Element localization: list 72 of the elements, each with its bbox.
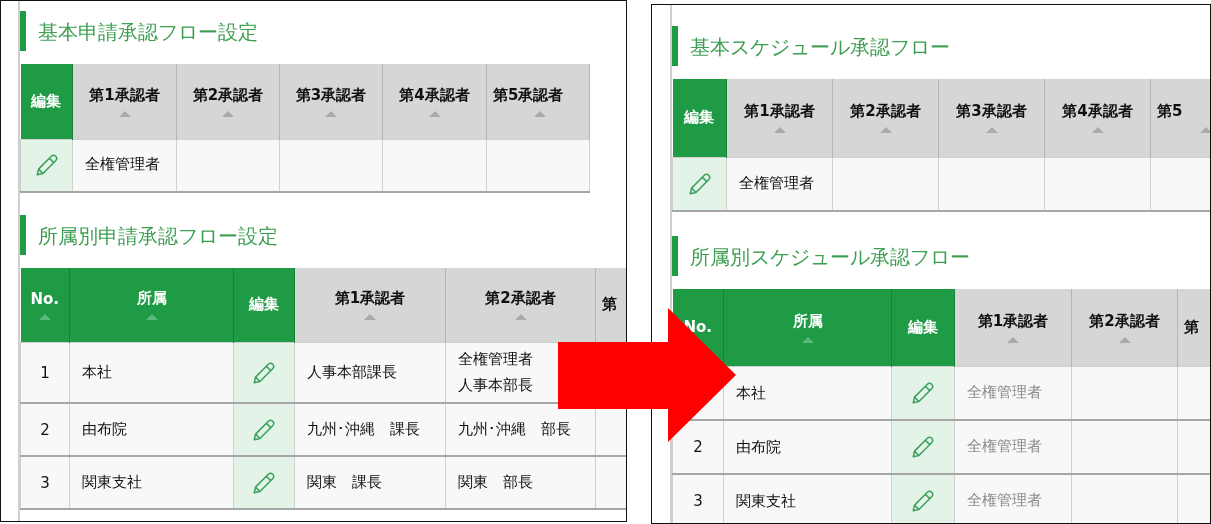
column-header: 編集	[672, 79, 727, 157]
column-header[interactable]: No.	[20, 267, 70, 343]
column-header[interactable]: 所属	[69, 267, 234, 343]
sort-icon[interactable]	[1007, 336, 1019, 343]
table-cell-text: 関東 課長	[307, 471, 382, 493]
pencil-icon[interactable]	[910, 488, 936, 514]
column-header[interactable]: 第3承認者	[938, 79, 1045, 157]
table-cell: 2	[693, 438, 703, 456]
section-heading: 基本スケジュール承認フロー	[672, 26, 1210, 66]
column-header[interactable]: 第1承認者	[294, 267, 446, 343]
sort-icon[interactable]	[1118, 336, 1131, 343]
table-cell: 本社	[82, 363, 112, 381]
column-header[interactable]: 第2承認者	[832, 79, 939, 157]
sort-icon[interactable]	[145, 314, 158, 321]
sort-icon[interactable]	[118, 110, 131, 117]
column-header[interactable]: 所属	[723, 288, 892, 367]
table-cell-text: 関東 部長	[458, 471, 533, 493]
section-heading: 所属別申請承認フロー設定	[20, 214, 626, 255]
table-cell: 関東支社	[736, 491, 796, 510]
pencil-icon[interactable]	[251, 416, 277, 443]
sort-icon[interactable]	[428, 110, 441, 117]
sort-icon[interactable]	[1091, 127, 1104, 134]
sort-icon[interactable]	[773, 127, 786, 134]
sort-icon[interactable]	[325, 110, 337, 117]
column-header[interactable]: 第3承認者	[279, 64, 383, 139]
column-header[interactable]: 第4承認者	[1044, 79, 1151, 157]
table-cell-text: 九州･沖縄 部長	[458, 418, 571, 440]
sort-icon[interactable]	[985, 127, 998, 134]
column-header[interactable]: 第1承認者	[72, 64, 177, 139]
table-cell-text: 九州･沖縄 課長	[307, 418, 420, 440]
column-header[interactable]: 第5承認者	[486, 64, 590, 139]
table-cell-text: 全権管理者	[967, 436, 1042, 458]
sort-icon[interactable]	[514, 314, 527, 321]
column-header: 編集	[233, 267, 295, 343]
table-cell: 由布院	[82, 420, 127, 438]
table-cell: 3	[40, 473, 50, 492]
sort-icon[interactable]	[364, 314, 376, 321]
table-cell-text: 全権管理者	[739, 172, 814, 194]
column-header[interactable]: 第5	[1150, 79, 1210, 157]
column-header: 第	[1177, 288, 1210, 367]
sort-icon[interactable]	[38, 313, 51, 320]
table-cell-text: 全権管理者	[967, 490, 1042, 512]
table-cell-text: 人事本部課長	[307, 361, 397, 383]
pencil-icon[interactable]	[251, 469, 277, 496]
section-heading: 所属別スケジュール承認フロー	[672, 235, 1210, 276]
sort-icon[interactable]	[1199, 127, 1210, 134]
pencil-icon[interactable]	[251, 359, 277, 386]
table-cell: 由布院	[736, 437, 781, 456]
sort-icon[interactable]	[534, 110, 546, 117]
sort-icon[interactable]	[801, 336, 814, 343]
column-header[interactable]: 第2承認者	[445, 267, 596, 343]
section-heading: 基本申請承認フロー設定	[20, 11, 626, 51]
column-header[interactable]: 第2承認者	[176, 64, 280, 139]
column-header[interactable]: 第4承認者	[382, 64, 487, 139]
sort-icon[interactable]	[222, 110, 234, 117]
column-header: 編集	[891, 288, 955, 367]
table-cell: 本社	[736, 383, 766, 402]
table-cell: 関東支社	[82, 473, 142, 491]
table-cell-text: 全権管理者 人事本部長	[458, 349, 533, 396]
column-header: 第	[595, 267, 626, 343]
column-header[interactable]: 第2承認者	[1071, 288, 1178, 367]
column-header: 編集	[20, 64, 73, 139]
pencil-icon[interactable]	[910, 380, 936, 406]
sort-icon[interactable]	[879, 127, 892, 134]
table-cell: 2	[40, 420, 50, 439]
table-cell: 3	[693, 492, 703, 510]
table-cell-text: 全権管理者	[85, 154, 160, 176]
column-header[interactable]: 第1承認者	[954, 288, 1072, 367]
column-header[interactable]: 第1承認者	[726, 79, 833, 157]
table-cell-text: 全権管理者	[967, 382, 1042, 404]
table-cell: 1	[40, 363, 50, 382]
pencil-icon[interactable]	[910, 434, 936, 460]
